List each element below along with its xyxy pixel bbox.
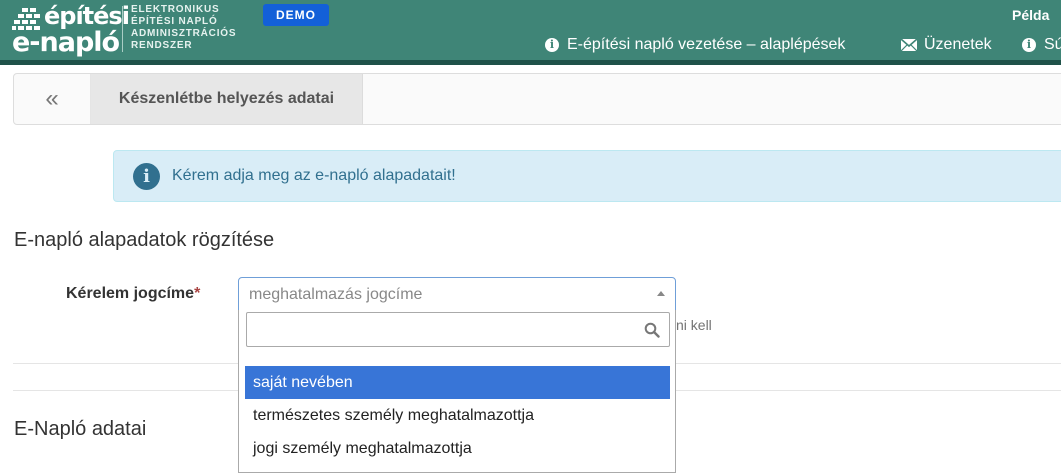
select-placeholder: meghatalmazás jogcíme <box>249 286 423 303</box>
logo-text-bottom: e-napló <box>12 27 120 58</box>
logo-subtitle-line: RENDSZER <box>131 40 193 51</box>
logo-subtitle-line: ELEKTRONIKUS <box>131 4 220 15</box>
logo-divider <box>122 6 123 52</box>
info-alert: i Kérem adja meg az e-napló alapadatait! <box>113 150 1061 202</box>
dropdown-option[interactable]: természetes személy meghatalmazottja <box>245 399 670 432</box>
tab-bar: « Készenlétbe helyezés adatai <box>13 73 1061 125</box>
logo-subtitle-line: ADMINISZTRÁCIÓS <box>131 28 237 39</box>
required-marker: * <box>194 285 201 302</box>
dropdown-search-input[interactable] <box>246 312 670 347</box>
envelope-icon <box>901 39 917 51</box>
demo-badge: DEMO <box>263 4 329 26</box>
logo-subtitle: ELEKTRONIKUS ÉPÍTÉSI NAPLÓ ADMINISZTRÁCI… <box>131 4 236 52</box>
nav-messages-label: Üzenetek <box>924 36 992 53</box>
app-logo[interactable]: építési e-napló <box>12 2 130 58</box>
info-icon: i <box>1022 38 1036 52</box>
nav-help-link[interactable]: i Sú <box>1022 35 1061 55</box>
caret-up-icon <box>657 291 665 296</box>
header-border <box>0 60 1061 65</box>
nav-basic-steps-link[interactable]: i E-építési napló vezetése – alaplépések <box>545 35 845 55</box>
dropdown-option[interactable]: jogi személy meghatalmazottja <box>245 432 670 465</box>
info-icon: i <box>133 163 160 190</box>
section-title-enaplo-data: E-Napló adatai <box>14 418 147 440</box>
request-title-label: Kérelem jogcíme* <box>66 285 200 303</box>
request-title-select[interactable]: meghatalmazás jogcíme <box>238 277 676 311</box>
back-button[interactable]: « <box>14 74 91 124</box>
search-icon <box>644 322 660 338</box>
section-title-basic-data: E-napló alapadatok rögzítése <box>14 229 275 251</box>
alert-text: Kérem adja meg az e-napló alapadatait! <box>172 167 456 184</box>
app-header: építési e-napló ELEKTRONIKUS ÉPÍTÉSI NAP… <box>0 0 1061 60</box>
dropdown-option[interactable]: saját nevében <box>245 366 670 399</box>
help-text: ni kell <box>676 317 712 333</box>
logo-subtitle-line: ÉPÍTÉSI NAPLÓ <box>131 16 218 27</box>
logo-text-top: építési <box>44 2 130 30</box>
user-name[interactable]: Példa <box>1012 7 1049 23</box>
nav-messages-link[interactable]: Üzenetek <box>901 35 992 55</box>
select-dropdown: saját nevében természetes személy meghat… <box>238 310 676 473</box>
request-title-label-text: Kérelem jogcíme <box>66 285 195 302</box>
tab-standby-data[interactable]: Készenlétbe helyezés adatai <box>91 74 363 124</box>
info-icon: i <box>545 38 559 52</box>
nav-help-label: Sú <box>1044 36 1061 53</box>
nav-basic-steps-label: E-építési napló vezetése – alaplépések <box>567 36 846 53</box>
